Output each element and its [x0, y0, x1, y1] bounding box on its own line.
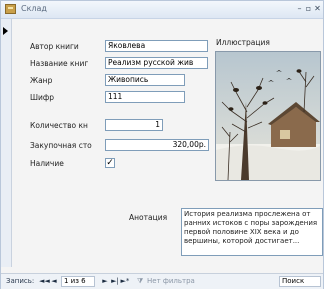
- author-field[interactable]: Яковлева: [105, 40, 208, 52]
- record-selector[interactable]: [1, 19, 12, 267]
- price-label: Закупочная сто: [30, 141, 92, 150]
- quantity-field[interactable]: 1: [105, 119, 163, 131]
- record-navigator: Запись: ◄◄ ◄ 1 из 6 ► ►| ►* ⧩ Нет фильтр…: [1, 273, 323, 289]
- quantity-label: Количество кн: [30, 121, 88, 130]
- window-title: Склад: [21, 4, 47, 13]
- filter-status-button[interactable]: Нет фильтра: [147, 276, 195, 287]
- minimize-button[interactable]: –: [295, 4, 304, 14]
- availability-label: Наличие: [30, 159, 64, 168]
- maximize-button[interactable]: ▫: [304, 4, 313, 14]
- new-record-button[interactable]: ►*: [120, 276, 130, 287]
- current-record-arrow-icon: [3, 27, 8, 35]
- painting-image: [216, 52, 320, 180]
- book-title-field[interactable]: Реализм русской жив: [105, 57, 208, 69]
- filter-icon: ⧩: [137, 277, 144, 285]
- code-field[interactable]: 111: [105, 91, 185, 103]
- code-label: Шифр: [30, 93, 55, 102]
- availability-checkbox[interactable]: ✓: [105, 158, 115, 168]
- next-record-button[interactable]: ►: [100, 276, 110, 287]
- form-icon: [5, 4, 16, 14]
- search-input[interactable]: Поиск: [279, 276, 321, 287]
- illustration-image: [215, 51, 321, 181]
- illustration-label: Иллюстрация: [216, 38, 270, 47]
- genre-field[interactable]: Живопись: [105, 74, 185, 86]
- annotation-label: Анотация: [129, 213, 168, 222]
- records-label: Запись:: [6, 277, 35, 285]
- genre-label: Жанр: [30, 76, 53, 85]
- title-bar: Склад – ▫ ✕: [1, 1, 323, 19]
- author-label: Автор книги: [30, 42, 79, 51]
- title-label: Название книг: [30, 59, 89, 68]
- price-field[interactable]: 320,00р.: [105, 139, 209, 151]
- first-record-button[interactable]: ◄◄: [39, 276, 50, 287]
- last-record-button[interactable]: ►|: [110, 276, 120, 287]
- annotation-textarea[interactable]: История реализма прослежена от ранних ис…: [181, 208, 323, 256]
- previous-record-button[interactable]: ◄: [49, 276, 59, 287]
- record-position-field[interactable]: 1 из 6: [61, 276, 95, 287]
- close-button[interactable]: ✕: [313, 4, 322, 14]
- form-window: Склад – ▫ ✕ Автор книги Яковлева Названи…: [0, 0, 324, 289]
